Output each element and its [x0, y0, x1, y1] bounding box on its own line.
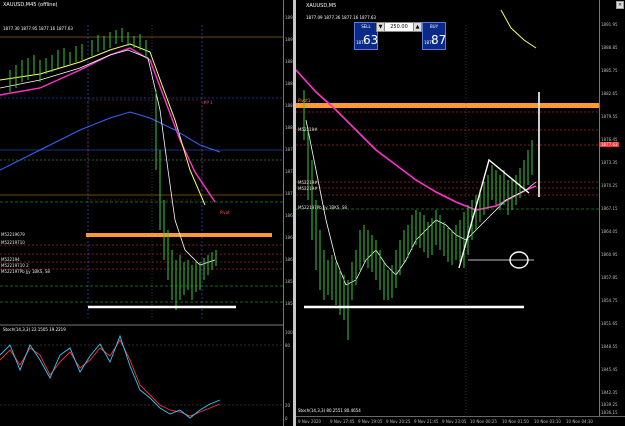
- left-axis-value: 1856: [285, 301, 293, 306]
- right-axis-value: 1888.85: [601, 45, 618, 50]
- right-axis-value: 1867.15: [601, 206, 618, 211]
- right-axis-value: 1891.95: [601, 22, 618, 27]
- right-axis-value: 1860.95: [601, 252, 618, 257]
- right-axis-value: 1879.55: [601, 114, 618, 119]
- left-axis-value: 1889: [285, 59, 293, 64]
- right-line-label: M52219#: [298, 127, 318, 132]
- right-axis-value: 1864.05: [601, 229, 618, 234]
- right-axis-value: 1845.45: [601, 367, 618, 372]
- left-axis-value: 1886: [285, 81, 293, 86]
- left-stoch-axis-value: 100: [285, 330, 293, 335]
- current-price-tag: 1877.63: [600, 142, 619, 147]
- left-stoch-axis-value: 20: [285, 403, 291, 408]
- right-axis-value: 1851.65: [601, 321, 618, 326]
- left-axis-value: 1868: [285, 213, 293, 218]
- left-line-label: M522194: [1, 257, 20, 262]
- chart-window-left[interactable]: XAUUSD,M45 (offline) 1877.30 1877.95 187…: [0, 0, 293, 426]
- time-label: 10 Nov 00:25: [470, 419, 497, 424]
- left-axis-value: 1883: [285, 103, 293, 108]
- left-axis-value: 1871: [285, 191, 293, 196]
- chart-window-right[interactable]: XAUUSD,M5 1877.09 1877.36 1877.16 1877.6…: [296, 0, 625, 426]
- right-line-label-pivot: Pivot1: [298, 98, 311, 103]
- right-axis-value: 1885.75: [601, 68, 618, 73]
- time-label: 9 Nov 2020: [298, 419, 322, 424]
- time-label: 9 Nov 19:05: [358, 419, 383, 424]
- right-line-label: M522197Pb Jjy 1BKS, S8: [298, 205, 347, 210]
- time-label: 10 Nov 04:30: [566, 419, 593, 424]
- left-axis-value: 1880: [285, 125, 293, 130]
- right-line-label: M52219#: [298, 186, 318, 191]
- right-axis-value: 1836.15: [601, 410, 618, 415]
- left-line-label: M522197Pb Jjy 1BKS, S8: [1, 269, 50, 274]
- time-label: 9 Nov 17:45: [330, 419, 355, 424]
- left-axis-value: 1895: [285, 15, 293, 20]
- time-label: 10 Nov 03:10: [534, 419, 561, 424]
- left-axis-value: 1865: [285, 235, 293, 240]
- left-axis-value: 1892: [285, 37, 293, 42]
- right-axis-value: 1839.25: [601, 402, 618, 407]
- right-line-label: M52219#: [298, 180, 318, 185]
- left-line-label-p1: #P 1: [203, 100, 213, 105]
- right-axis-value: 1873.35: [601, 160, 618, 165]
- right-price-chart: [296, 9, 599, 415]
- right-axis-value: 1848.55: [601, 344, 618, 349]
- left-line-label-pivot: Pivot: [220, 210, 230, 215]
- time-label: 9 Nov 20:25: [386, 419, 411, 424]
- right-axis-value: 1842.35: [601, 390, 618, 395]
- left-stoch-axis-value: 0: [285, 416, 288, 421]
- left-line-label: M52219679: [1, 232, 25, 237]
- right-axis-value: 1882.65: [601, 91, 618, 96]
- time-label: 9 Nov 23:05: [442, 419, 467, 424]
- left-stoch-title: Stoch(14,3,3) 22.1505 19.2219: [3, 327, 66, 332]
- right-price-axis: [599, 0, 600, 426]
- left-stoch-axis-value: 80: [285, 343, 291, 348]
- left-line-label: M52219710 2: [1, 263, 29, 268]
- right-axis-value: 1870.25: [601, 183, 618, 188]
- right-axis-value: 1854.75: [601, 298, 618, 303]
- left-axis-value: 1862: [285, 257, 293, 262]
- time-axis: 9 Nov 2020 9 Nov 17:45 9 Nov 19:05 9 Nov…: [296, 416, 625, 426]
- right-stoch-title: Stoch(14,3,3) 80.2551 80.4654: [298, 408, 361, 413]
- left-price-chart: [0, 25, 283, 419]
- time-label: 9 Nov 21:45: [414, 419, 439, 424]
- left-line-label: M52219710: [1, 240, 25, 245]
- left-axis-value: 1874: [285, 169, 293, 174]
- time-label: 10 Nov 01:50: [502, 419, 529, 424]
- left-price-axis: [283, 0, 284, 426]
- left-axis-value: 1859: [285, 279, 293, 284]
- right-axis-value: 1857.85: [601, 275, 618, 280]
- left-axis-value: 1877: [285, 147, 293, 152]
